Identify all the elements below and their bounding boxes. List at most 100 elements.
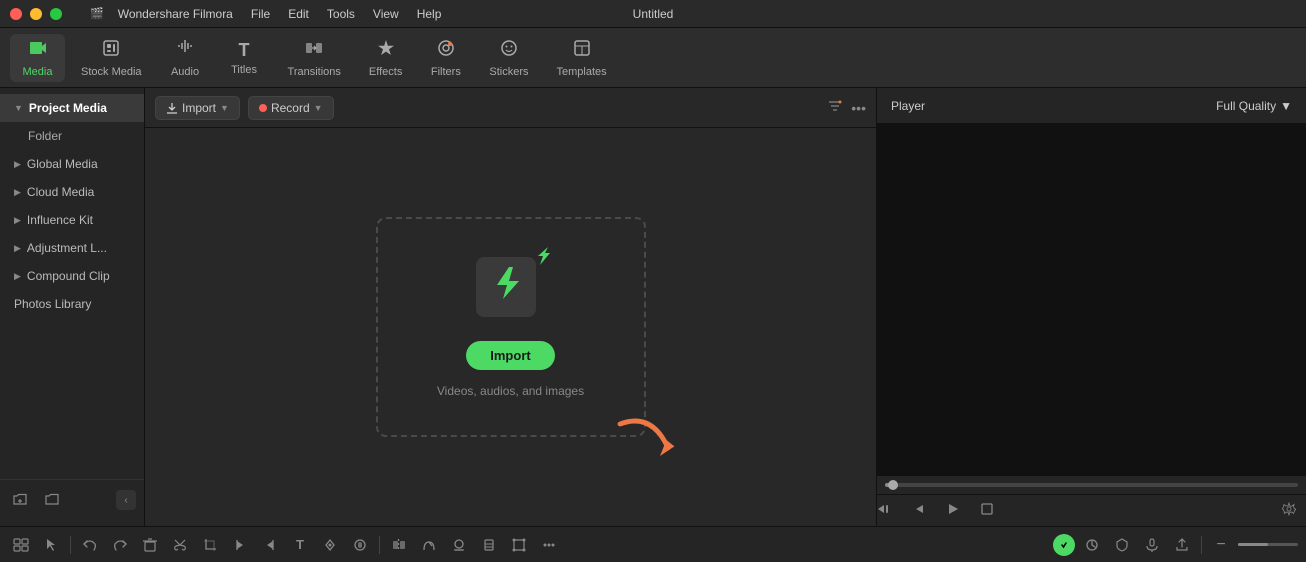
record-label: Record xyxy=(271,101,310,115)
filters-icon xyxy=(436,38,456,63)
import-media-button[interactable]: Import xyxy=(466,341,554,370)
menu-bar: 🎬 Wondershare Filmora File Edit Tools Vi… xyxy=(90,5,449,23)
play-back-button[interactable] xyxy=(911,501,927,520)
cut-button[interactable] xyxy=(167,532,193,558)
player-label: Player xyxy=(891,99,925,113)
new-folder-button[interactable] xyxy=(8,488,32,512)
quality-selector[interactable]: Full Quality ▼ xyxy=(1216,99,1292,113)
delete-button[interactable] xyxy=(137,532,163,558)
arrow-icon: ▶ xyxy=(14,159,21,170)
app-logo: 🎬 xyxy=(90,7,104,20)
templates-icon xyxy=(572,38,592,63)
select-tool-button[interactable] xyxy=(38,532,64,558)
minimize-button[interactable] xyxy=(30,8,42,20)
step-back-button[interactable] xyxy=(877,501,893,520)
sidebar-item-project-media[interactable]: ▼ Project Media xyxy=(0,94,144,122)
effect-btn[interactable] xyxy=(1079,532,1105,558)
toolbar-stickers[interactable]: Stickers xyxy=(477,34,540,82)
preview-controls xyxy=(877,494,1306,526)
close-button[interactable] xyxy=(10,8,22,20)
toolbar-media-label: Media xyxy=(23,66,53,78)
toolbar-filters-label: Filters xyxy=(431,66,461,78)
sidebar-item-global-media[interactable]: ▶ Global Media xyxy=(0,150,144,178)
titlebar: 🎬 Wondershare Filmora File Edit Tools Vi… xyxy=(0,0,1306,28)
preview-header: Player Full Quality ▼ xyxy=(877,88,1306,124)
more-options-icon[interactable]: ••• xyxy=(851,100,866,116)
toolbar-transitions[interactable]: Transitions xyxy=(276,34,353,82)
toolbar-audio-label: Audio xyxy=(171,66,199,78)
fullscreen-button[interactable] xyxy=(979,501,995,520)
menu-edit[interactable]: Edit xyxy=(280,5,317,23)
sidebar-item-adjustment[interactable]: ▶ Adjustment L... xyxy=(0,234,144,262)
window-title: Untitled xyxy=(633,7,674,21)
text-button[interactable]: T xyxy=(287,532,313,558)
toolbar-effects-label: Effects xyxy=(369,66,402,78)
preview-screen xyxy=(877,124,1306,476)
progress-handle[interactable] xyxy=(888,480,898,490)
sidebar-item-project-media-label: Project Media xyxy=(29,101,107,115)
split-button[interactable] xyxy=(386,532,412,558)
zoom-out-btn[interactable]: − xyxy=(1208,532,1234,558)
preview-progress-bar[interactable] xyxy=(877,476,1306,494)
maximize-button[interactable] xyxy=(50,8,62,20)
toolbar-effects[interactable]: Effects xyxy=(357,34,414,82)
toolbar-templates[interactable]: Templates xyxy=(544,34,618,82)
sidebar-footer: ‹ xyxy=(0,479,144,520)
main-content: ▼ Project Media Folder ▶ Global Media ▶ … xyxy=(0,88,1306,526)
toolbar-stock-media[interactable]: Stock Media xyxy=(69,34,154,82)
sidebar-item-folder-label: Folder xyxy=(28,129,62,143)
mic-btn[interactable] xyxy=(1139,532,1165,558)
toggle-view-button[interactable] xyxy=(8,532,34,558)
drop-text: Videos, audios, and images xyxy=(437,384,584,398)
sidebar-item-compound-label: Compound Clip xyxy=(27,269,110,283)
filter-icon[interactable] xyxy=(827,98,843,117)
sidebar-item-influence-kit[interactable]: ▶ Influence Kit xyxy=(0,206,144,234)
play-button[interactable] xyxy=(945,501,961,520)
settings-button[interactable] xyxy=(1282,502,1296,519)
import-label: Import xyxy=(182,101,216,115)
undo-button[interactable] xyxy=(77,532,103,558)
right-bottom-tools: − xyxy=(1053,532,1298,558)
color-button[interactable] xyxy=(446,532,472,558)
export-btn[interactable] xyxy=(1169,532,1195,558)
sidebar-item-compound-clip[interactable]: ▶ Compound Clip xyxy=(0,262,144,290)
mark-out-button[interactable] xyxy=(257,532,283,558)
import-button-toolbar[interactable]: Import ▼ xyxy=(155,96,240,120)
record-dot-icon xyxy=(259,104,267,112)
toolbar-media[interactable]: Media xyxy=(10,34,65,82)
toolbar-filters[interactable]: Filters xyxy=(418,34,473,82)
import-to-folder-button[interactable] xyxy=(40,488,64,512)
arrow-icon: ▼ xyxy=(14,103,23,113)
sidebar-item-folder[interactable]: Folder xyxy=(0,122,144,150)
menu-view[interactable]: View xyxy=(365,5,407,23)
filmora-icon xyxy=(476,257,546,327)
toolbar-audio[interactable]: Audio xyxy=(158,34,213,82)
menu-file[interactable]: File xyxy=(243,5,278,23)
menu-help[interactable]: Help xyxy=(409,5,450,23)
media-panel: Import ▼ Record ▼ ••• xyxy=(145,88,876,526)
sidebar-item-photos-label: Photos Library xyxy=(14,297,91,311)
audio-btn[interactable] xyxy=(347,532,373,558)
transform-button[interactable] xyxy=(506,532,532,558)
crop-button[interactable] xyxy=(197,532,223,558)
ai-button[interactable] xyxy=(1053,534,1075,556)
record-button-toolbar[interactable]: Record ▼ xyxy=(248,96,334,120)
freeze-frame-button[interactable] xyxy=(476,532,502,558)
bottom-toolbar: T xyxy=(0,526,1306,562)
progress-container[interactable] xyxy=(885,483,1298,487)
more-tools-button[interactable] xyxy=(536,532,562,558)
sidebar-item-photos-library[interactable]: Photos Library xyxy=(0,290,144,318)
speed-button[interactable] xyxy=(416,532,442,558)
toolbar-stickers-label: Stickers xyxy=(489,66,528,78)
sidebar-collapse-button[interactable]: ‹ xyxy=(116,490,136,510)
menu-tools[interactable]: Tools xyxy=(319,5,363,23)
keyframe-button[interactable] xyxy=(317,532,343,558)
shield-btn[interactable] xyxy=(1109,532,1135,558)
redo-button[interactable] xyxy=(107,532,133,558)
drop-zone[interactable]: Import Videos, audios, and images xyxy=(376,217,646,437)
mark-in-button[interactable] xyxy=(227,532,253,558)
toolbar-titles[interactable]: T Titles xyxy=(217,36,272,80)
import-chevron-icon: ▼ xyxy=(220,103,229,113)
zoom-slider[interactable] xyxy=(1238,543,1298,546)
sidebar-item-cloud-media[interactable]: ▶ Cloud Media xyxy=(0,178,144,206)
